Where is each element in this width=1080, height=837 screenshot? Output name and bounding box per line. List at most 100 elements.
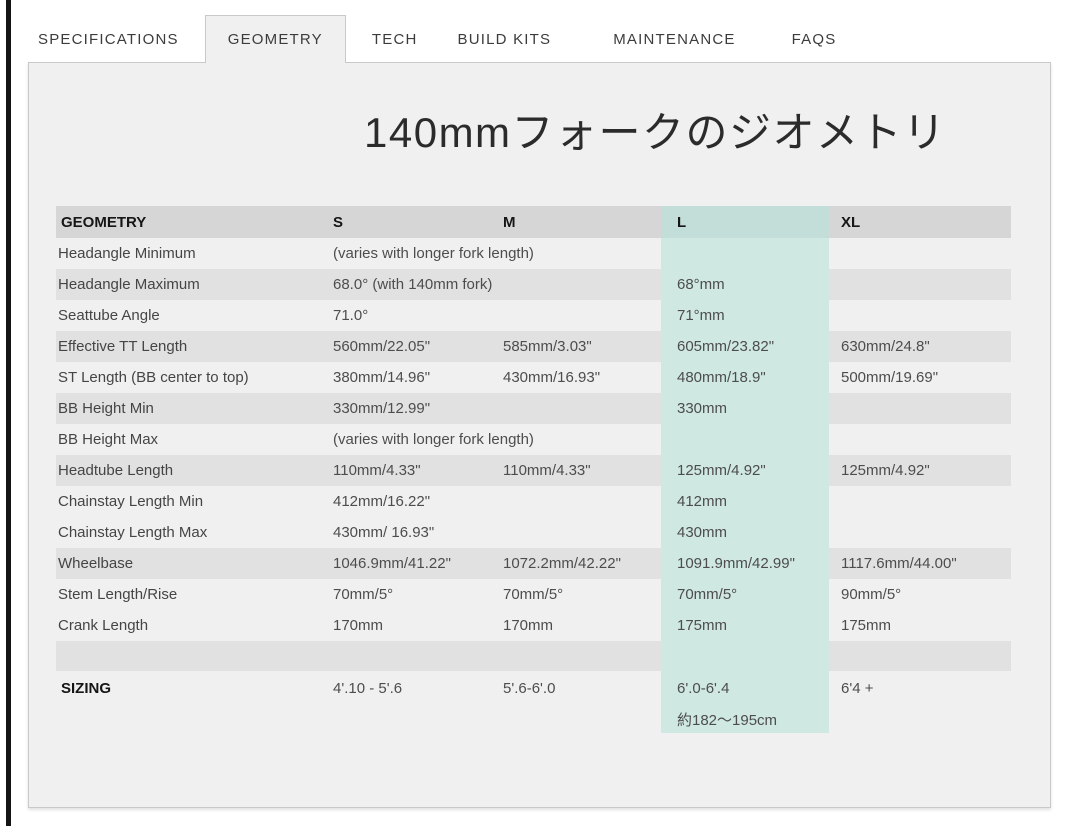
column-header-s: S [331,206,501,238]
table-row: 約182〜195cm [56,705,1011,733]
column-header-m: M [501,206,661,238]
row-label: Headangle Minimum [56,238,331,269]
cell-s: 110mm/4.33" [331,455,501,486]
table-row: Chainstay Length Min412mm/16.22"412mm [56,486,1011,517]
row-label: BB Height Min [56,393,331,424]
cell-l: 480mm/18.9" [661,362,829,393]
tab-tech[interactable]: TECH [358,15,432,63]
table-row: ST Length (BB center to top)380mm/14.96"… [56,362,1011,393]
tab-specifications[interactable]: SPECIFICATIONS [24,15,193,63]
cell-xl [829,424,1011,455]
row-label: ST Length (BB center to top) [56,362,331,393]
cell-m [501,641,661,671]
row-label: BB Height Max [56,424,331,455]
column-header-xl: XL [829,206,1011,238]
cell-xl [829,300,1011,331]
table-row: BB Height Max(varies with longer fork le… [56,424,1011,455]
cell-xl [829,238,1011,269]
cell-s: 170mm [331,610,501,641]
tab-faqs[interactable]: FAQS [778,15,851,63]
table-row: Headangle Maximum68.0° (with 140mm fork)… [56,269,1011,300]
cell-l [661,424,829,455]
cell-m [501,705,661,733]
cell-xl [829,393,1011,424]
cell-m: 585mm/3.03" [501,331,661,362]
cell-m: 5'.6-6'.0 [501,671,661,705]
cell-l: 6'.0-6'.4 [661,671,829,705]
table-row: Stem Length/Rise70mm/5°70mm/5°70mm/5°90m… [56,579,1011,610]
page-title: 140mmフォークのジオメトリ [364,99,947,160]
tab-build-kits[interactable]: BUILD KITS [444,15,566,63]
row-label: Chainstay Length Max [56,517,331,548]
cell-l: 68°mm [661,269,829,300]
cell-l: 412mm [661,486,829,517]
cell-s: 68.0° (with 140mm fork) [331,269,661,300]
tab-bar: SPECIFICATIONS GEOMETRY TECH BUILD KITS … [24,15,862,63]
cell-l: 1091.9mm/42.99" [661,548,829,579]
cell-m: 1072.2mm/42.22" [501,548,661,579]
table-row: Crank Length170mm170mm175mm175mm [56,610,1011,641]
table-row: Seattube Angle71.0°71°mm [56,300,1011,331]
cell-m: 170mm [501,610,661,641]
cell-s: (varies with longer fork length) [331,238,661,269]
row-label: Chainstay Length Min [56,486,331,517]
tab-maintenance[interactable]: MAINTENANCE [599,15,749,63]
cell-m [501,300,661,331]
table-row: Wheelbase1046.9mm/41.22"1072.2mm/42.22"1… [56,548,1011,579]
cell-xl: 125mm/4.92" [829,455,1011,486]
table-row: Headangle Minimum(varies with longer for… [56,238,1011,269]
cell-s: 70mm/5° [331,579,501,610]
cell-s: 1046.9mm/41.22" [331,548,501,579]
cell-m [501,393,661,424]
cell-s: 430mm/ 16.93" [331,517,501,548]
row-label: SIZING [56,671,331,705]
cell-l: 330mm [661,393,829,424]
cell-m: 110mm/4.33" [501,455,661,486]
cell-l [661,238,829,269]
column-header-geometry: GEOMETRY [56,206,331,238]
cell-s: 330mm/12.99" [331,393,501,424]
geometry-panel: 140mmフォークのジオメトリ GEOMETRYSMLXL Headangle … [28,62,1051,808]
row-label: Headangle Maximum [56,269,331,300]
column-header-l: L [661,206,829,238]
cell-s: 380mm/14.96" [331,362,501,393]
cell-l: 175mm [661,610,829,641]
cell-s: (varies with longer fork length) [331,424,661,455]
cell-l: 125mm/4.92" [661,455,829,486]
cell-xl: 175mm [829,610,1011,641]
cell-xl: 1117.6mm/44.00" [829,548,1011,579]
cell-xl [829,486,1011,517]
row-label [56,641,331,671]
cell-xl [829,517,1011,548]
row-label: Headtube Length [56,455,331,486]
geometry-table: GEOMETRYSMLXL Headangle Minimum(varies w… [56,206,1011,733]
row-label [56,705,331,733]
cell-l: 約182〜195cm [661,705,829,733]
row-label: Crank Length [56,610,331,641]
cell-l: 605mm/23.82" [661,331,829,362]
cell-xl [829,705,1011,733]
scan-edge-artifact [6,0,11,826]
table-row: SIZING4'.10 - 5'.65'.6-6'.06'.0-6'.46'4 … [56,671,1011,705]
geometry-table-head: GEOMETRYSMLXL [56,206,1011,238]
row-label: Seattube Angle [56,300,331,331]
cell-l: 430mm [661,517,829,548]
cell-xl: 630mm/24.8" [829,331,1011,362]
cell-m [501,486,661,517]
tab-geometry[interactable]: GEOMETRY [205,15,346,63]
cell-xl: 500mm/19.69" [829,362,1011,393]
cell-s [331,705,501,733]
cell-l: 70mm/5° [661,579,829,610]
cell-s: 4'.10 - 5'.6 [331,671,501,705]
cell-xl [829,269,1011,300]
row-label: Effective TT Length [56,331,331,362]
cell-m [501,517,661,548]
cell-s [331,641,501,671]
table-row: Chainstay Length Max430mm/ 16.93" 430mm [56,517,1011,548]
table-row [56,641,1011,671]
table-header-row: GEOMETRYSMLXL [56,206,1011,238]
cell-s: 560mm/22.05" [331,331,501,362]
row-label: Wheelbase [56,548,331,579]
table-row: Effective TT Length560mm/22.05"585mm/3.0… [56,331,1011,362]
cell-m: 70mm/5° [501,579,661,610]
